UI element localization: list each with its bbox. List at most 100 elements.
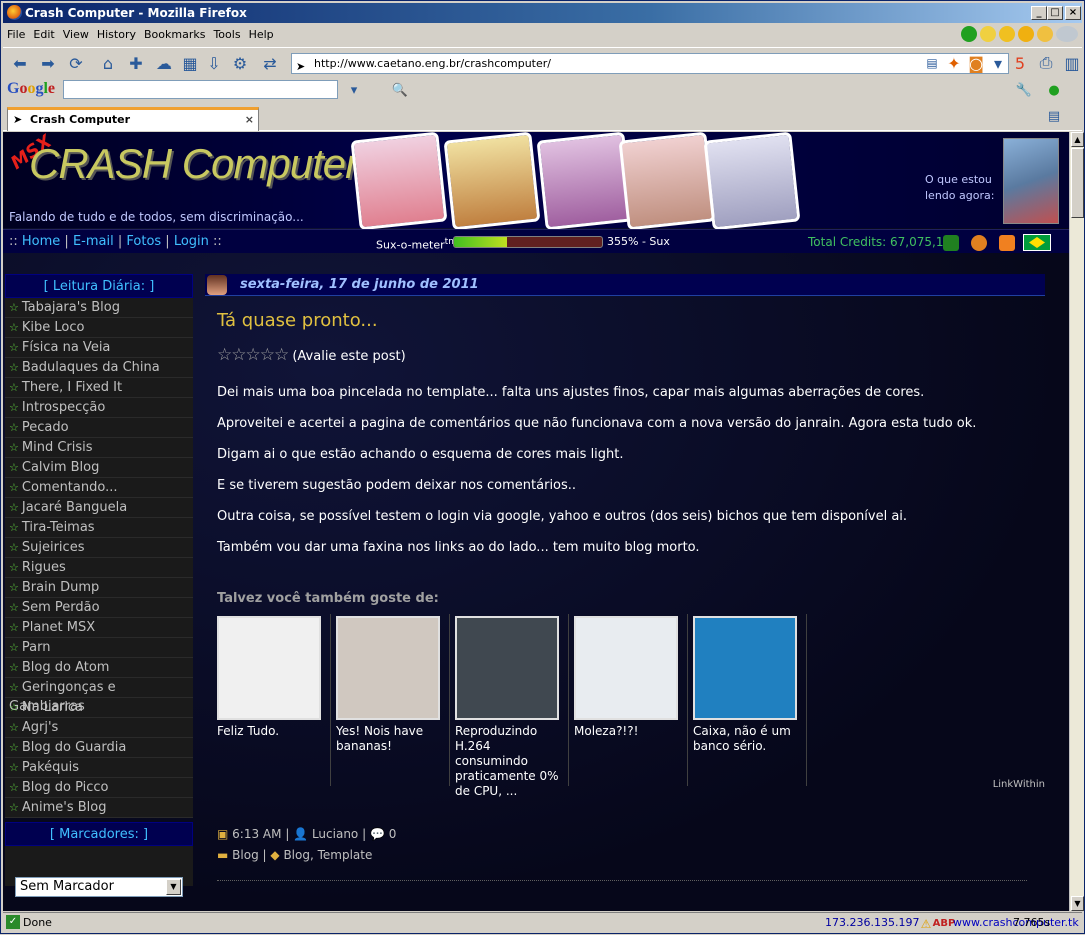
us-flag-icon[interactable]: ▤ — [921, 52, 943, 74]
tab-crash-computer[interactable]: ➤ Crash Computer × — [7, 107, 259, 131]
download-icon[interactable]: ⇩ — [203, 52, 225, 74]
sidebar-link[interactable]: ☆ Sujeirices — [5, 538, 193, 558]
linkwithin-link[interactable]: LinkWithin — [993, 779, 1045, 790]
book-cover-image[interactable] — [1003, 138, 1059, 224]
close-button[interactable]: × — [1065, 6, 1081, 20]
related-thumbnail[interactable] — [336, 616, 440, 720]
related-caption[interactable]: Yes! Nois have bananas! — [336, 724, 446, 754]
cloud-icon[interactable] — [1056, 26, 1078, 42]
sun-icon-2[interactable] — [1018, 26, 1034, 42]
sidebar-link[interactable]: ☆ Jacaré Banguela — [5, 498, 193, 518]
printer-icon[interactable]: ⎙ — [1035, 52, 1057, 74]
sidebar-link[interactable]: ☆ Kibe Loco — [5, 318, 193, 338]
sidebar-link[interactable]: ☆ Planet MSX — [5, 618, 193, 638]
menu-history[interactable]: History — [93, 25, 140, 45]
site-logo[interactable]: CRASH Computer — [29, 140, 359, 188]
sun-icon[interactable] — [999, 26, 1015, 42]
trophy-icon[interactable] — [943, 235, 959, 251]
sidebar-link[interactable]: ☆ Anime's Blog — [5, 798, 193, 818]
minimize-button[interactable]: _ — [1031, 6, 1047, 20]
menu-help[interactable]: Help — [245, 25, 278, 45]
menu-edit[interactable]: Edit — [29, 25, 58, 45]
menu-view[interactable]: View — [59, 25, 93, 45]
scroll-thumb[interactable] — [1071, 148, 1084, 218]
sidebar-link[interactable]: ☆ Calvim Blog — [5, 458, 193, 478]
sidebar-link[interactable]: ☆ Tira-Teimas — [5, 518, 193, 538]
cloud-toolbar-icon[interactable]: ☁ — [153, 52, 175, 74]
gear-icon[interactable]: ⚙ — [229, 52, 251, 74]
post-time[interactable]: 6:13 AM — [232, 827, 281, 841]
moon-icon[interactable] — [980, 26, 996, 42]
comment-count[interactable]: 0 — [389, 827, 397, 841]
list-all-tabs-icon[interactable]: ▤ — [1043, 105, 1065, 127]
related-caption[interactable]: Feliz Tudo. — [217, 724, 327, 739]
related-thumbnail[interactable] — [693, 616, 797, 720]
related-item[interactable]: Yes! Nois have bananas! — [332, 614, 450, 786]
vertical-scrollbar[interactable]: ▲ ▼ — [1069, 132, 1084, 911]
rss-feed-icon[interactable]: ◙ — [965, 52, 987, 74]
lightning-icon[interactable] — [971, 235, 987, 251]
nav-email[interactable]: E-mail — [73, 234, 114, 249]
rating-stars-icon[interactable]: ☆☆☆☆☆ — [217, 345, 289, 365]
wrench-icon[interactable]: 🔧 — [1013, 79, 1035, 101]
plus-globe-icon[interactable]: ✦ — [943, 52, 965, 74]
sidebar-link[interactable]: ☆ There, I Fixed It — [5, 378, 193, 398]
chevron-down-icon[interactable]: ▼ — [166, 879, 181, 895]
google-search-input[interactable] — [63, 80, 338, 99]
sidebar-link[interactable]: ☆ Agrj's — [5, 718, 193, 738]
rss-icon[interactable] — [999, 235, 1015, 251]
forward-icon[interactable]: ➡ — [37, 52, 59, 74]
post-tags[interactable]: Blog, Template — [283, 848, 372, 862]
post-author[interactable]: Luciano — [312, 827, 358, 841]
related-item[interactable]: Caixa, não é um banco sério. — [689, 614, 807, 786]
related-thumbnail[interactable] — [574, 616, 678, 720]
dropdown-arrow-icon[interactable]: ▾ — [987, 52, 1009, 74]
nav-home[interactable]: Home — [22, 234, 60, 249]
sync-icon[interactable]: ⇄ — [259, 52, 281, 74]
related-thumbnail[interactable] — [217, 616, 321, 720]
pages-icon[interactable]: ▥ — [1061, 52, 1083, 74]
menu-bookmarks[interactable]: Bookmarks — [140, 25, 209, 45]
sidebar-link[interactable]: ☆ Brain Dump — [5, 578, 193, 598]
sidebar-link[interactable]: ☆ Pakéquis — [5, 758, 193, 778]
nav-fotos[interactable]: Fotos — [126, 234, 161, 249]
sidebar-link[interactable]: ☆ Na Larica — [5, 698, 193, 718]
brazil-flag-icon[interactable] — [1023, 234, 1051, 251]
maximize-button[interactable]: □ — [1047, 6, 1063, 20]
sidebar-link[interactable]: ☆ Badulaques da China — [5, 358, 193, 378]
related-item[interactable]: Reproduzindo H.264 consumindo praticamen… — [451, 614, 569, 798]
menu-file[interactable]: File — [3, 25, 29, 45]
related-item[interactable]: Feliz Tudo. — [213, 614, 331, 786]
reload-icon[interactable]: ⟳ — [65, 52, 87, 74]
scroll-down-icon[interactable]: ▼ — [1071, 896, 1084, 911]
back-icon[interactable]: ⬅ — [9, 52, 31, 74]
sidebar-link[interactable]: ☆ Introspecção — [5, 398, 193, 418]
sidebar-link[interactable]: ☆ Parn — [5, 638, 193, 658]
menu-tools[interactable]: Tools — [209, 25, 244, 45]
nav-login[interactable]: Login — [174, 234, 209, 249]
related-caption[interactable]: Reproduzindo H.264 consumindo praticamen… — [455, 724, 565, 799]
sidebar-link[interactable]: ☆ Sem Perdão — [5, 598, 193, 618]
sun-icon-3[interactable] — [1037, 26, 1053, 42]
html5-icon[interactable]: 5 — [1009, 52, 1031, 74]
scroll-up-icon[interactable]: ▲ — [1071, 132, 1084, 147]
post-title[interactable]: Tá quase pronto... — [217, 310, 1045, 331]
sidebar-link[interactable]: ☆ Rigues — [5, 558, 193, 578]
related-caption[interactable]: Moleza?!?! — [574, 724, 684, 739]
google-toolbar-icons[interactable]: ▾ — [343, 79, 365, 101]
status-globe-icon[interactable] — [961, 26, 977, 42]
home-icon[interactable]: ⌂ — [97, 52, 119, 74]
adblock-icon[interactable]: ABP — [933, 913, 956, 935]
related-item[interactable]: Moleza?!?! — [570, 614, 688, 786]
sidebar-link[interactable]: ☆ Física na Veia — [5, 338, 193, 358]
sidebar-link[interactable]: ☆Geringonças e Gambiarras — [5, 678, 193, 714]
markers-select[interactable]: Sem Marcador ▼ — [15, 877, 183, 897]
post-category[interactable]: Blog — [232, 848, 259, 862]
close-tab-icon[interactable]: × — [245, 110, 254, 130]
sidebar-link[interactable]: ☆ Tabajara's Blog — [5, 298, 193, 318]
search-icon[interactable]: 🔍 — [389, 79, 411, 101]
sidebar-link[interactable]: ☆ Blog do Atom — [5, 658, 193, 678]
sidebar-link[interactable]: ☆ Blog do Guardia — [5, 738, 193, 758]
grid-icon[interactable]: ▦ — [179, 52, 201, 74]
sidebar-link[interactable]: ☆ Mind Crisis — [5, 438, 193, 458]
